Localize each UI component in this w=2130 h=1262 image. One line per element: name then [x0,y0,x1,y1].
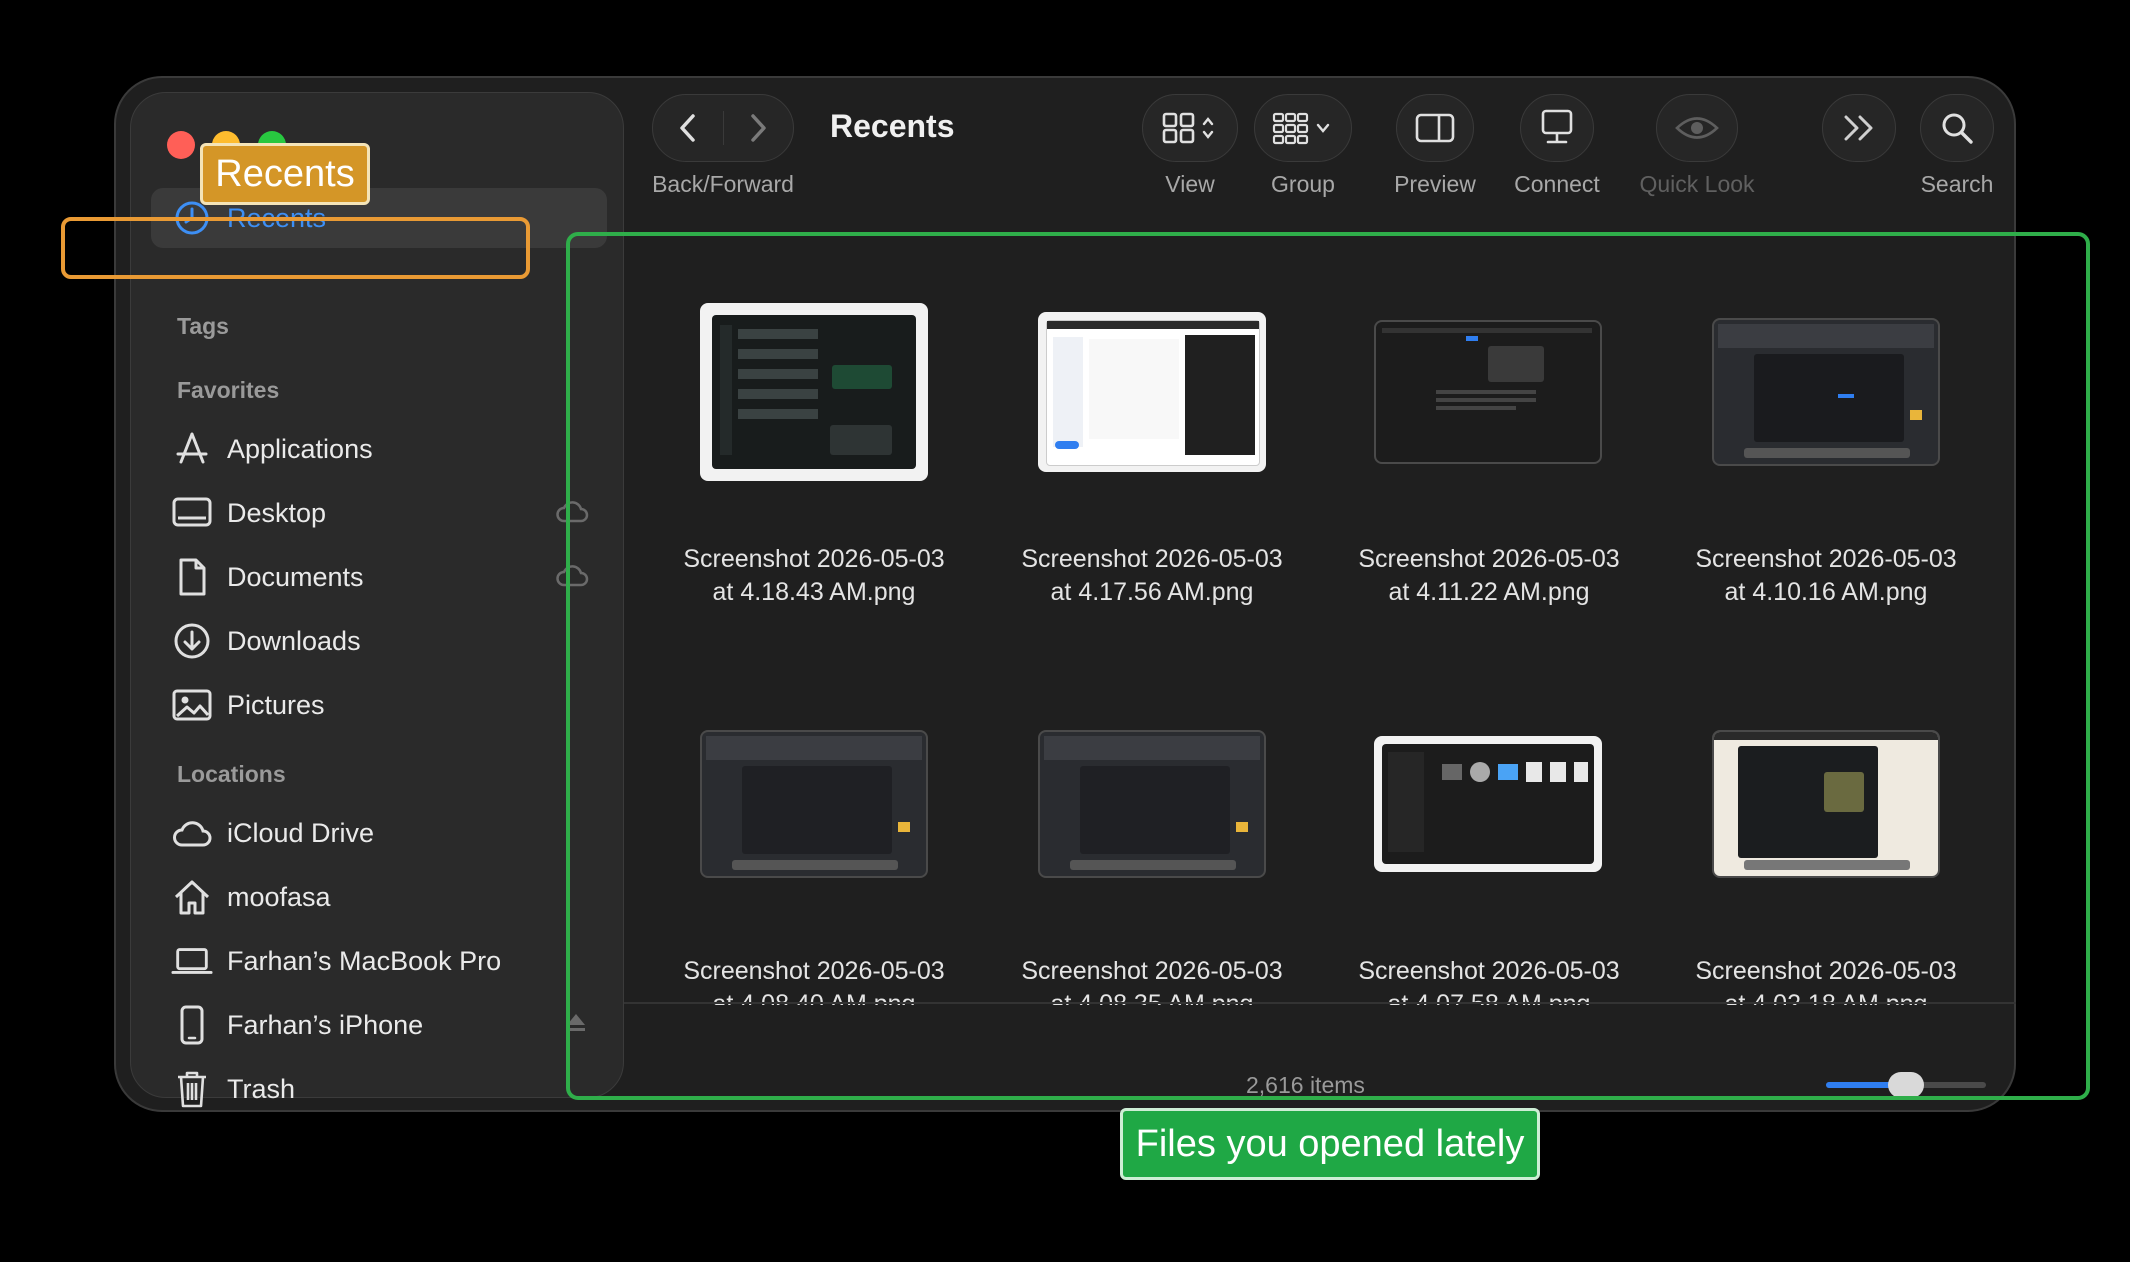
sidebar-item-downloads[interactable]: Downloads [151,611,607,671]
sidebar-item-label: Applications [227,433,373,464]
sidebar-item-label: Pictures [227,689,325,720]
download-icon [171,620,213,662]
laptop-icon [171,940,213,982]
iphone-icon [171,1004,213,1046]
sidebar-item-pictures[interactable]: Pictures [151,675,607,735]
chevron-right-icon [751,114,766,142]
group-icon [1272,112,1330,145]
back-forward-label: Back/Forward [652,171,794,197]
close-window-button[interactable] [167,131,195,159]
chevron-left-icon [680,114,695,142]
quicklook-label: Quick Look [1639,171,1755,197]
sidebar-item-documents[interactable]: Documents [151,547,607,607]
view-button[interactable] [1142,94,1238,162]
search-icon [1942,113,1973,144]
sidebar-item-label: Desktop [227,497,327,528]
window-title: Recents [830,108,955,144]
chevron-double-right-icon [1844,115,1873,141]
sidebar-item-iphone[interactable]: Farhan’s iPhone [151,995,607,1055]
tags-section-header[interactable]: Tags [177,313,229,340]
preview-button[interactable] [1396,94,1474,162]
connect-icon [1541,109,1573,144]
connect-label: Connect [1514,171,1600,197]
eye-icon [1675,117,1719,139]
locations-section-header[interactable]: Locations [177,761,286,788]
recents-highlight-box [61,217,530,279]
sidebar-item-label: iCloud Drive [227,817,375,848]
home-icon [171,876,213,918]
connect-button[interactable] [1520,94,1594,162]
sidebar-item-label: Farhan’s MacBook Pro [227,945,502,976]
cloud-icon [171,812,213,854]
search-label: Search [1920,171,1994,197]
sidebar-item-macbook[interactable]: Farhan’s MacBook Pro [151,931,607,991]
sidebar-item-trash[interactable]: Trash [151,1059,607,1110]
sidebar-item-icloud-drive[interactable]: iCloud Drive [151,803,607,863]
sidebar-item-home[interactable]: moofasa [151,867,607,927]
sidebar-item-desktop[interactable]: Desktop [151,483,607,543]
sidebar-item-label: moofasa [227,881,331,912]
group-label: Group [1271,171,1335,197]
preview-label: Preview [1394,171,1476,197]
more-toolbar-button[interactable] [1822,94,1896,162]
back-forward-control [652,94,794,162]
applications-icon [171,428,213,470]
sidebar-item-applications[interactable]: Applications [151,419,607,479]
sidebar-item-label: Farhan’s iPhone [227,1009,424,1040]
sidebar-preview-icon [1415,113,1455,143]
group-button[interactable] [1254,94,1352,162]
trash-icon [171,1068,213,1110]
forward-button[interactable] [724,112,794,144]
grid-view-icon [1162,112,1214,144]
back-button[interactable] [653,112,723,144]
files-highlight-box [566,232,2090,1100]
desktop-icon [171,492,213,534]
view-label: View [1165,171,1215,197]
recents-callout: Recents [200,143,370,205]
document-icon [171,556,213,598]
sidebar-item-label: Trash [227,1073,296,1104]
pictures-icon [171,684,213,726]
sidebar-item-label: Downloads [227,625,361,656]
sidebar-item-label: Documents [227,561,364,592]
quicklook-button[interactable] [1656,94,1738,162]
files-callout: Files you opened lately [1120,1108,1540,1180]
favorites-section-header[interactable]: Favorites [177,377,279,404]
search-button[interactable] [1920,94,1994,162]
